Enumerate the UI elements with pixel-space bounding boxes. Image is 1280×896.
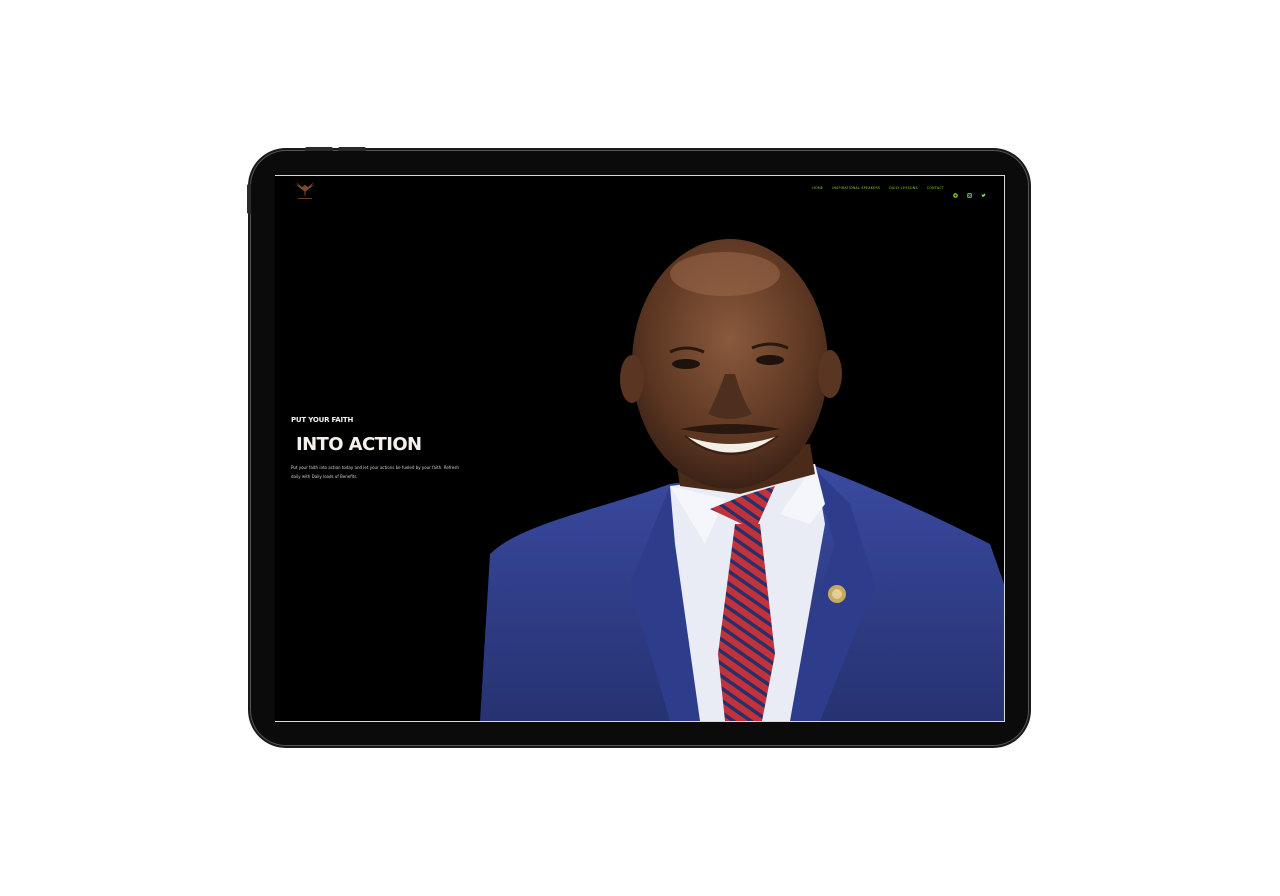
volume-up-button [305,147,333,151]
whatsapp-icon[interactable] [953,185,958,198]
twitter-icon[interactable] [981,185,986,197]
eagle-logo-icon[interactable] [292,179,318,201]
instagram-icon[interactable] [967,185,972,198]
nav-link-lessons[interactable]: Daily Lessons [889,186,917,190]
volume-down-button [338,147,366,151]
tablet-frame: Home Inspirational Speakers Daily Lesson… [247,147,1029,746]
website-screen: Home Inspirational Speakers Daily Lesson… [275,175,1005,722]
speaker-portrait-image [480,224,1004,721]
hero-eyebrow: PUT YOUR FAITH [291,416,354,424]
nav-link-contact[interactable]: Contact [927,186,944,190]
nav-link-speakers[interactable]: Inspirational Speakers [832,186,880,190]
nav-link-home[interactable]: Home [812,186,823,190]
hero-lead-text: Put your faith into action today and let… [291,465,459,479]
power-button [247,184,251,214]
top-navigation: Home Inspirational Speakers Daily Lesson… [812,185,986,198]
hero-headline: INTO ACTION [296,434,422,455]
